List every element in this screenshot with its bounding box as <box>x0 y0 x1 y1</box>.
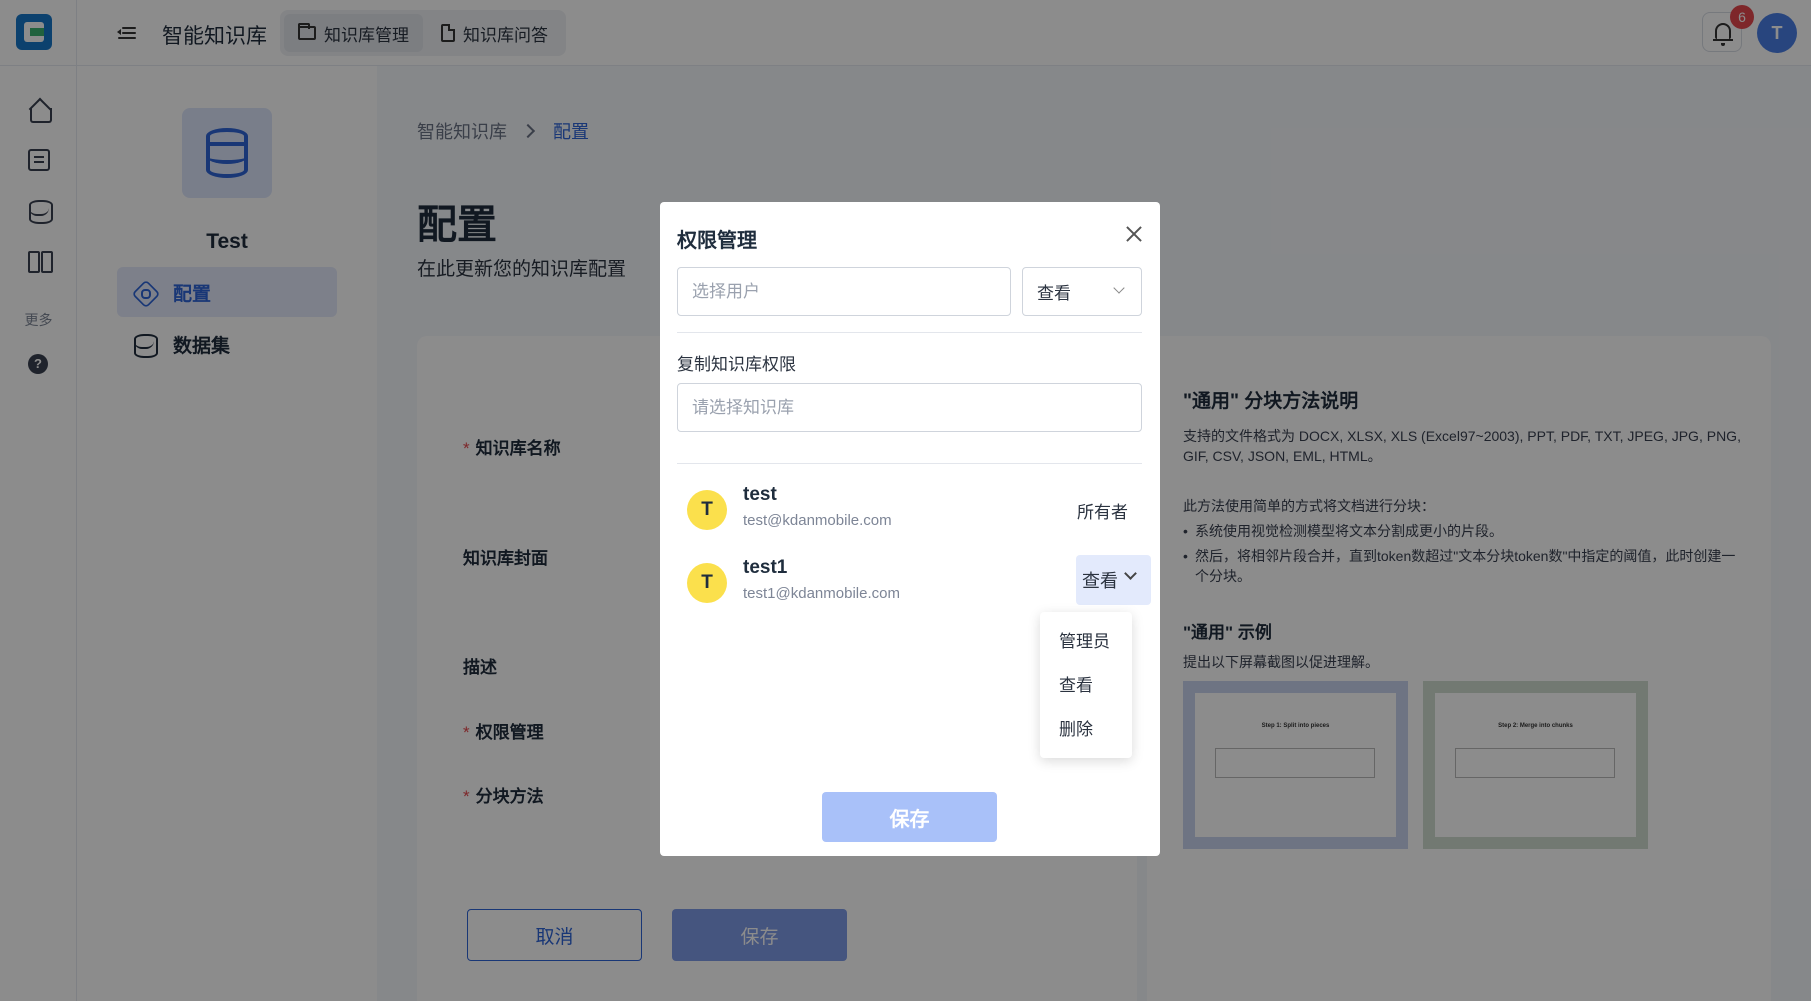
member-email: test1@kdanmobile.com <box>743 585 900 602</box>
copy-permission-label: 复制知识库权限 <box>677 355 796 374</box>
chevron-down-icon <box>1113 282 1125 294</box>
permission-modal: 权限管理 查看 复制知识库权限 T test test@kdanmobile.c… <box>660 202 1160 856</box>
modal-title: 权限管理 <box>677 230 757 252</box>
member-name: test1 <box>743 557 788 578</box>
member-role-select[interactable]: 查看 <box>1076 555 1151 605</box>
member-row: T test test@kdanmobile.com 所有者 <box>677 482 1142 542</box>
select-kb-input[interactable] <box>677 383 1142 432</box>
dropdown-option-view[interactable]: 查看 <box>1040 664 1132 708</box>
select-user-input[interactable] <box>677 267 1011 316</box>
modal-divider <box>677 463 1142 464</box>
member-email: test@kdanmobile.com <box>743 512 892 529</box>
role-dropdown-menu: 管理员 查看 删除 <box>1040 612 1132 758</box>
member-name: test <box>743 484 777 505</box>
dropdown-option-admin[interactable]: 管理员 <box>1040 620 1132 664</box>
dropdown-option-delete[interactable]: 删除 <box>1040 708 1132 752</box>
role-select-value: 查看 <box>1037 284 1071 303</box>
member-role-owner: 所有者 <box>1077 503 1128 522</box>
member-avatar: T <box>687 563 727 603</box>
member-row: T test1 test1@kdanmobile.com 查看 <box>677 555 1151 615</box>
role-select[interactable]: 查看 <box>1022 267 1142 316</box>
modal-divider <box>677 332 1142 333</box>
modal-save-button[interactable]: 保存 <box>822 792 997 842</box>
member-role-value: 查看 <box>1082 571 1118 591</box>
close-icon[interactable] <box>1122 222 1146 246</box>
member-avatar: T <box>687 490 727 530</box>
chevron-down-icon <box>1124 567 1137 580</box>
